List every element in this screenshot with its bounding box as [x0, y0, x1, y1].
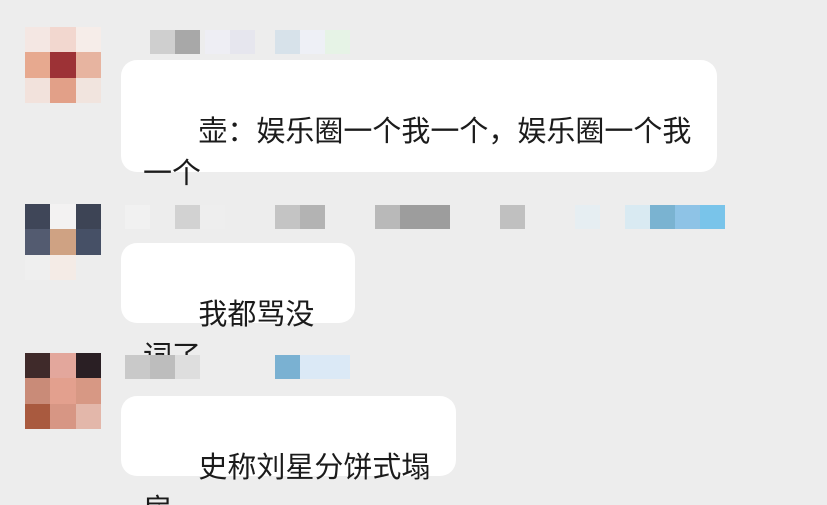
avatar-pixel: [75, 52, 101, 78]
avatar-pixel: [25, 353, 51, 379]
avatar-pixel: [25, 27, 51, 53]
chat-window: 壶：娱乐圈一个我一个，娱乐圈一个我一个 我都骂没词了 史称刘星分饼式塌房: [0, 0, 827, 505]
avatar-pixel: [25, 52, 51, 78]
name-mosaic-block: [200, 205, 225, 229]
avatar-pixel: [25, 378, 51, 404]
message-bubble[interactable]: 史称刘星分饼式塌房: [121, 396, 456, 505]
avatar-pixel: [75, 229, 101, 255]
avatar[interactable]: [25, 27, 101, 103]
name-mosaic-block: [400, 205, 450, 229]
avatar-pixel: [50, 229, 76, 255]
avatar-pixel: [50, 254, 76, 280]
avatar[interactable]: [25, 204, 101, 280]
name-mosaic-block: [150, 355, 175, 379]
name-mosaic-block: [175, 205, 200, 229]
message-bubble[interactable]: 壶：娱乐圈一个我一个，娱乐圈一个我一个: [121, 60, 717, 190]
name-mosaic-block: [205, 30, 230, 54]
avatar-pixel: [25, 204, 51, 230]
avatar-pixel: [50, 77, 76, 103]
name-mosaic-block: [650, 205, 675, 229]
name-mosaic-block: [300, 205, 325, 229]
message-bubble[interactable]: 我都骂没词了: [121, 243, 355, 373]
name-mosaic-block: [275, 205, 300, 229]
avatar-pixel: [75, 353, 101, 379]
avatar-pixel: [75, 254, 101, 280]
avatar-pixel: [50, 378, 76, 404]
avatar-pixel: [50, 52, 76, 78]
message-text: 壶：娱乐圈一个我一个，娱乐圈一个我一个: [143, 114, 692, 190]
name-mosaic-block: [275, 355, 300, 379]
name-mosaic-block: [325, 30, 350, 54]
avatar-pixel: [75, 77, 101, 103]
avatar-pixel: [50, 403, 76, 429]
avatar-pixel: [75, 27, 101, 53]
avatar-pixel: [25, 254, 51, 280]
avatar-pixel: [25, 403, 51, 429]
avatar-pixel: [75, 204, 101, 230]
name-mosaic-block: [230, 30, 255, 54]
avatar-pixel: [50, 27, 76, 53]
name-mosaic-block: [700, 205, 725, 229]
name-mosaic-block: [625, 205, 650, 229]
name-mosaic-block: [375, 205, 400, 229]
avatar-pixel: [50, 353, 76, 379]
name-mosaic-block: [275, 30, 300, 54]
name-mosaic-block: [500, 205, 525, 229]
name-mosaic-block: [125, 205, 150, 229]
avatar-pixel: [75, 403, 101, 429]
name-mosaic-block: [150, 30, 175, 54]
name-mosaic-block: [300, 355, 350, 379]
name-mosaic-block: [125, 355, 150, 379]
avatar[interactable]: [25, 353, 101, 429]
name-mosaic-block: [575, 205, 600, 229]
avatar-pixel: [25, 77, 51, 103]
name-mosaic-block: [675, 205, 700, 229]
avatar-pixel: [25, 229, 51, 255]
name-mosaic-block: [175, 30, 200, 54]
avatar-pixel: [50, 204, 76, 230]
avatar-pixel: [75, 378, 101, 404]
message-text: 史称刘星分饼式塌房: [143, 450, 431, 505]
name-mosaic-block: [300, 30, 325, 54]
name-mosaic-block: [175, 355, 200, 379]
